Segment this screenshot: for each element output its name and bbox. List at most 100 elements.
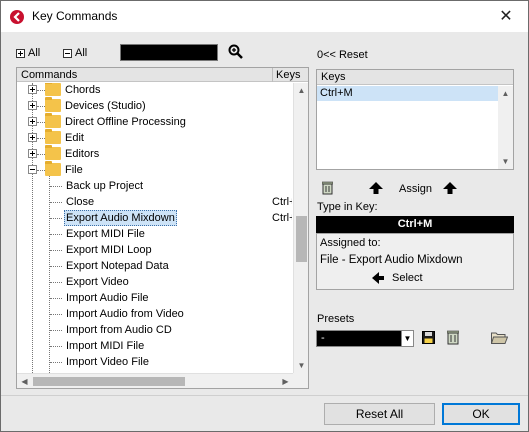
tree-command-row[interactable]: Import MIDI File [17,338,292,354]
folder-icon [45,161,61,176]
delete-preset-icon[interactable] [447,330,459,345]
tree-command-row[interactable]: Import Audio File [17,290,292,306]
assigned-to-label: Assigned to: [320,237,381,249]
search-icon[interactable] [227,43,245,61]
tree-command-row[interactable]: Import from Audio CD [17,322,292,338]
key-commands-dialog: Key Commands ✕ All All Commands Keys Cho… [0,0,529,432]
tree-command-label: Export Audio Mixdown [64,210,177,226]
ok-button[interactable]: OK [442,403,520,425]
keys-list: Keys Ctrl+M ▲ ▼ [316,69,514,170]
tree-command-row[interactable]: Close Ctrl+ [17,194,292,210]
tree-connector [50,234,62,235]
tree-key-cell: Ctrl+ [272,212,292,224]
expand-all-button[interactable]: All [16,47,40,59]
tree-connector [50,298,62,299]
presets-select[interactable]: - ▼ [316,330,414,347]
chevron-down-icon[interactable]: ▼ [401,331,413,346]
scroll-up-icon[interactable]: ▲ [498,86,513,101]
tree-folder-label: Edit [65,132,84,144]
tree-command-row[interactable]: Export Notepad Data [17,258,292,274]
delete-key-icon[interactable] [322,181,333,195]
cubase-app-icon [10,10,24,24]
tree-command-label: Import Audio from Video [66,308,184,320]
expand-icon[interactable] [28,117,37,126]
keys-scrollbar[interactable]: ▲ ▼ [498,86,513,169]
horizontal-scrollbar[interactable]: ◀ ▶ [17,373,293,388]
tree-command-row[interactable]: Export MIDI File [17,226,292,242]
keys-column-header[interactable]: Keys [272,68,300,82]
expand-all-label: All [28,47,41,59]
tree-command-row[interactable]: Export MIDI Loop [17,242,292,258]
type-in-key-field[interactable]: Ctrl+M [316,216,514,233]
commands-column-header[interactable]: Commands [21,69,77,81]
title-bar: Key Commands ✕ [1,1,528,32]
tree-folder-row[interactable]: Chords [17,83,292,98]
tree-command-row[interactable]: Back up Project [17,178,292,194]
tree-connector [50,266,62,267]
scroll-down-icon[interactable]: ▼ [294,358,309,373]
tree-connector [37,122,45,123]
tree-command-label: Export Video [66,276,129,288]
vertical-scroll-thumb[interactable] [296,216,307,262]
scroll-up-icon[interactable]: ▲ [294,83,309,98]
arrow-up-icon[interactable] [369,182,383,194]
keys-list-header: Keys [317,70,513,85]
select-label: Select [392,272,423,284]
tree-folder-row[interactable]: File [17,161,292,178]
folder-icon [45,129,61,144]
expand-icon[interactable] [28,85,37,94]
tree-command-label: Import MIDI File [66,340,145,352]
tree-connector [50,282,62,283]
reset-all-button[interactable]: Reset All [324,403,435,425]
vertical-scrollbar[interactable]: ▲ ▼ [293,83,308,373]
horizontal-scroll-thumb[interactable] [33,377,185,386]
tree-connector [50,314,62,315]
scroll-right-icon[interactable]: ▶ [278,374,293,389]
tree-folder-row[interactable]: Editors [17,145,292,162]
scroll-left-icon[interactable]: ◀ [17,374,32,389]
tree-folder-label: File [65,164,83,176]
tree-folder-row[interactable]: Direct Offline Processing [17,113,292,130]
tree-header: Commands Keys [17,68,308,82]
tree-folder-label: Devices (Studio) [65,100,146,112]
tree-connector [37,106,45,107]
tree-command-row[interactable]: Export Audio Mixdown Ctrl+ [17,210,292,226]
tree-command-label: Import Video File [66,356,149,368]
collapse-all-button[interactable]: All [63,47,87,59]
folder-icon [45,113,61,128]
tree-command-label: Import Audio File [66,292,149,304]
tree-command-label: Close [66,196,95,208]
collapse-all-label: All [75,47,88,59]
folder-icon [45,145,61,160]
tree-folder-row[interactable]: Edit [17,129,292,146]
tree-key-cell: Ctrl+ [272,196,292,208]
expand-icon[interactable] [28,101,37,110]
search-input[interactable] [120,44,218,61]
expand-icon[interactable] [28,133,37,142]
tree-folder-row[interactable]: Devices (Studio) [17,97,292,114]
scroll-down-icon[interactable]: ▼ [498,154,513,169]
tree-body: Chords Devices (Studio) Direct Offline Pro… [17,83,292,373]
tree-folder-label: Direct Offline Processing [65,116,186,128]
keys-list-item[interactable]: Ctrl+M [317,86,498,101]
collapse-icon[interactable] [28,165,37,174]
tree-folder-label: Editors [65,148,100,160]
close-window-button[interactable]: ✕ [484,1,528,31]
type-in-key-label: Type in Key: [317,201,378,213]
save-preset-icon[interactable] [422,331,435,344]
select-button[interactable]: Select [372,272,423,284]
tree-command-row[interactable]: Export Video [17,274,292,290]
open-folder-icon[interactable] [491,331,508,344]
reset-button[interactable]: 0<< Reset [317,49,368,61]
folder-icon [45,83,61,96]
assign-button[interactable]: Assign [399,183,432,195]
tree-command-row[interactable]: Import Audio from Video [17,306,292,322]
arrow-up-icon[interactable] [443,182,457,194]
tree-connector [50,218,62,219]
tree-command-label: Export MIDI File [66,228,145,240]
tree-command-row[interactable]: Import Video File [17,354,292,370]
expand-icon[interactable] [28,149,37,158]
assigned-to-panel: Assigned to: File - Export Audio Mixdown… [316,233,514,290]
tree-connector [37,170,45,171]
arrow-left-icon [372,272,384,284]
